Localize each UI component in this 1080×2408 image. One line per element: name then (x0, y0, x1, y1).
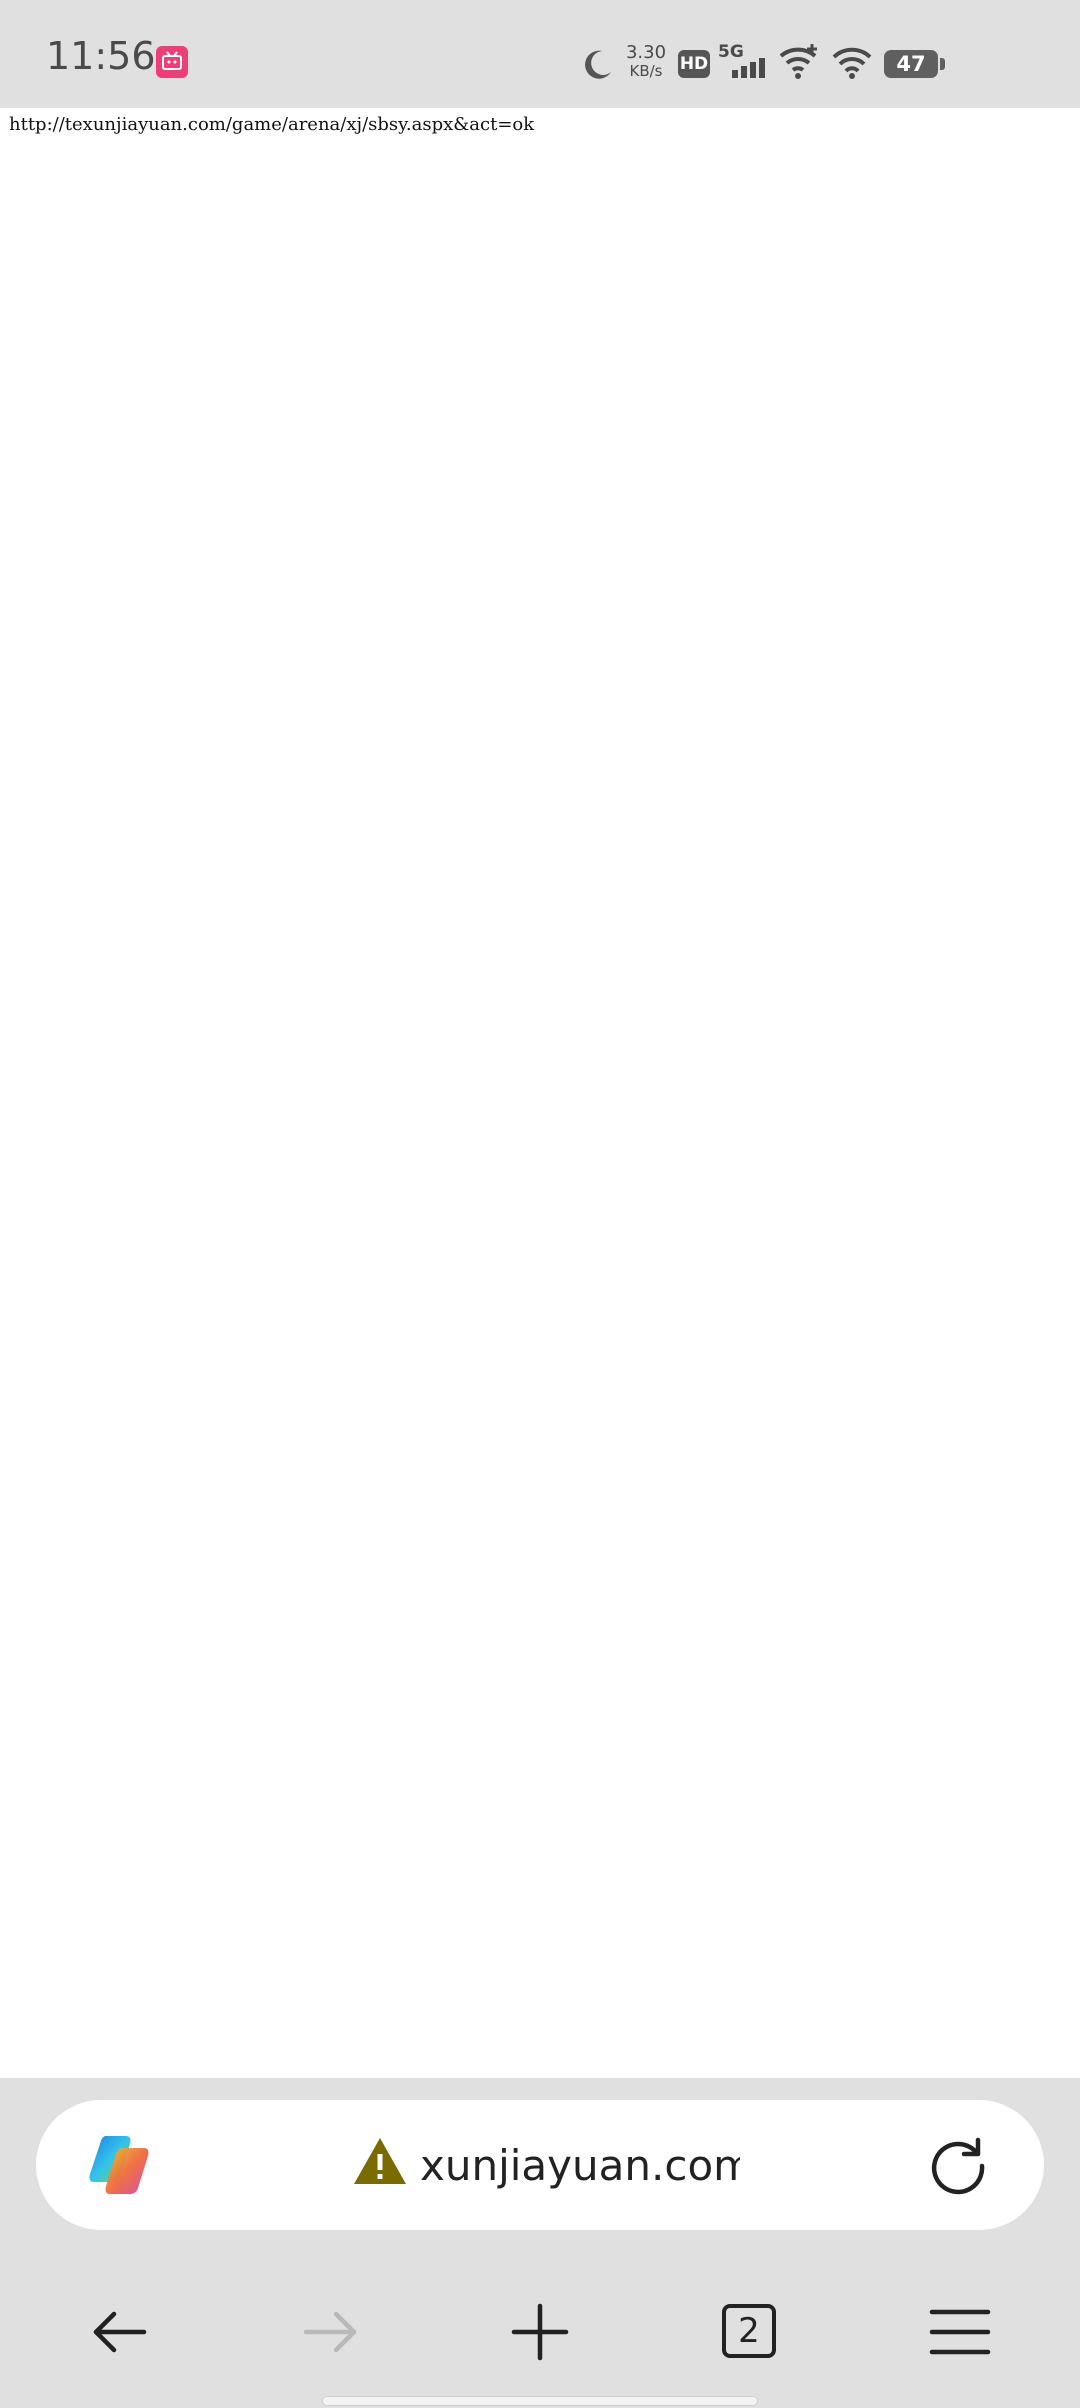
forward-arrow-icon[interactable] (298, 2300, 362, 2364)
hd-voice-badge: HD (678, 50, 710, 78)
battery-tip (940, 58, 945, 70)
wifi-icon-secondary (832, 46, 872, 80)
do-not-disturb-moon-icon (578, 46, 616, 84)
new-tab-plus-icon[interactable] (508, 2300, 572, 2364)
network-speed: 3.30 KB/s (624, 44, 668, 79)
network-speed-value: 3.30 (625, 42, 667, 63)
menu-hamburger-icon[interactable] (928, 2300, 992, 2364)
status-time: 11:56 (46, 34, 156, 78)
network-type-label: 5G (718, 42, 744, 62)
battery-level: 47 (884, 50, 938, 78)
tab-switcher-button[interactable]: 2 (722, 2304, 776, 2358)
back-arrow-icon[interactable] (88, 2300, 152, 2364)
copilot-icon[interactable] (84, 2132, 152, 2198)
home-indicator[interactable] (322, 2396, 758, 2406)
app-notification-icon (156, 46, 188, 78)
page-url-text: http://texunjiayuan.com/game/arena/xj/sb… (9, 114, 535, 135)
address-url-display[interactable]: xunjiayuan.com (420, 2136, 740, 2196)
network-speed-unit: KB/s (629, 62, 663, 80)
cellular-signal: 5G (718, 44, 770, 80)
wifi-icon-primary (778, 44, 820, 80)
reload-icon[interactable] (928, 2136, 988, 2196)
insecure-warning-icon[interactable] (352, 2136, 408, 2186)
